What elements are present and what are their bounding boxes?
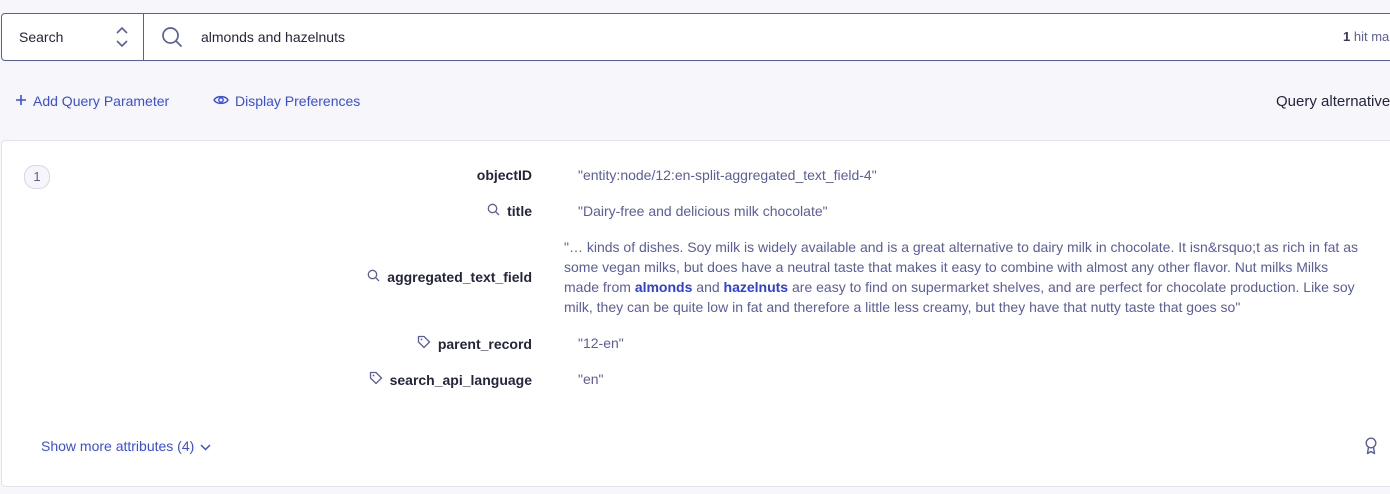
display-preferences-label: Display Preferences xyxy=(235,93,361,109)
aggregated-text-part: and xyxy=(692,279,724,295)
query-alternatives-label: Query alternative xyxy=(1276,93,1390,110)
attr-value-objectid: "entity:node/12:en-split-aggregated_text… xyxy=(578,167,877,183)
highlight-almonds: almonds xyxy=(634,279,693,295)
add-query-parameter-button[interactable]: Add Query Parameter xyxy=(15,93,169,109)
search-icon xyxy=(161,26,183,48)
eye-icon xyxy=(213,93,229,109)
chevron-down-icon xyxy=(200,438,211,454)
attr-key-aggregated-label: aggregated_text_field xyxy=(387,269,532,285)
ranking-info-icon[interactable] xyxy=(1364,437,1378,460)
tag-icon xyxy=(369,371,383,388)
attr-key-parent-record: parent_record xyxy=(417,335,532,352)
search-input[interactable] xyxy=(199,28,1103,46)
attr-value-aggregated-text-field: "… kinds of dishes. Soy milk is widely a… xyxy=(564,237,1364,317)
updown-chevron-icon xyxy=(115,26,129,48)
attr-key-search-api-language: search_api_language xyxy=(369,371,532,388)
plus-icon xyxy=(15,93,27,109)
highlight-hazelnuts: hazelnuts xyxy=(723,279,789,295)
attr-value-search-api-language: "en" xyxy=(578,371,604,387)
display-preferences-button[interactable]: Display Preferences xyxy=(213,93,360,109)
attr-key-objectid: objectID xyxy=(477,167,532,183)
show-more-attributes-button[interactable]: Show more attributes (4) xyxy=(41,438,211,454)
searchable-attribute-icon xyxy=(487,203,500,219)
search-mode-label: Search xyxy=(19,29,64,45)
attr-value-parent-record: "12-en" xyxy=(578,335,624,351)
attr-key-parent-record-label: parent_record xyxy=(437,335,532,352)
search-bar: Search xyxy=(1,13,1390,61)
result-rank-badge: 1 xyxy=(24,165,50,189)
search-mode-select[interactable]: Search xyxy=(2,14,144,60)
attr-key-aggregated-text-field: aggregated_text_field xyxy=(367,269,532,285)
searchable-attribute-icon xyxy=(367,269,380,285)
attr-key-language-label: search_api_language xyxy=(389,371,532,388)
add-query-parameter-label: Add Query Parameter xyxy=(33,93,170,109)
attr-key-title: title xyxy=(487,203,532,219)
hits-count: 1 hit ma xyxy=(1343,29,1389,44)
show-more-attributes-label: Show more attributes (4) xyxy=(41,438,195,454)
attr-key-title-label: title xyxy=(507,203,532,219)
tag-icon xyxy=(417,335,431,352)
hits-suffix: hit ma xyxy=(1350,29,1390,44)
attr-key-objectid-label: objectID xyxy=(476,167,532,183)
search-field xyxy=(144,14,1390,60)
attr-value-title: "Dairy-free and delicious milk chocolate… xyxy=(578,203,828,219)
